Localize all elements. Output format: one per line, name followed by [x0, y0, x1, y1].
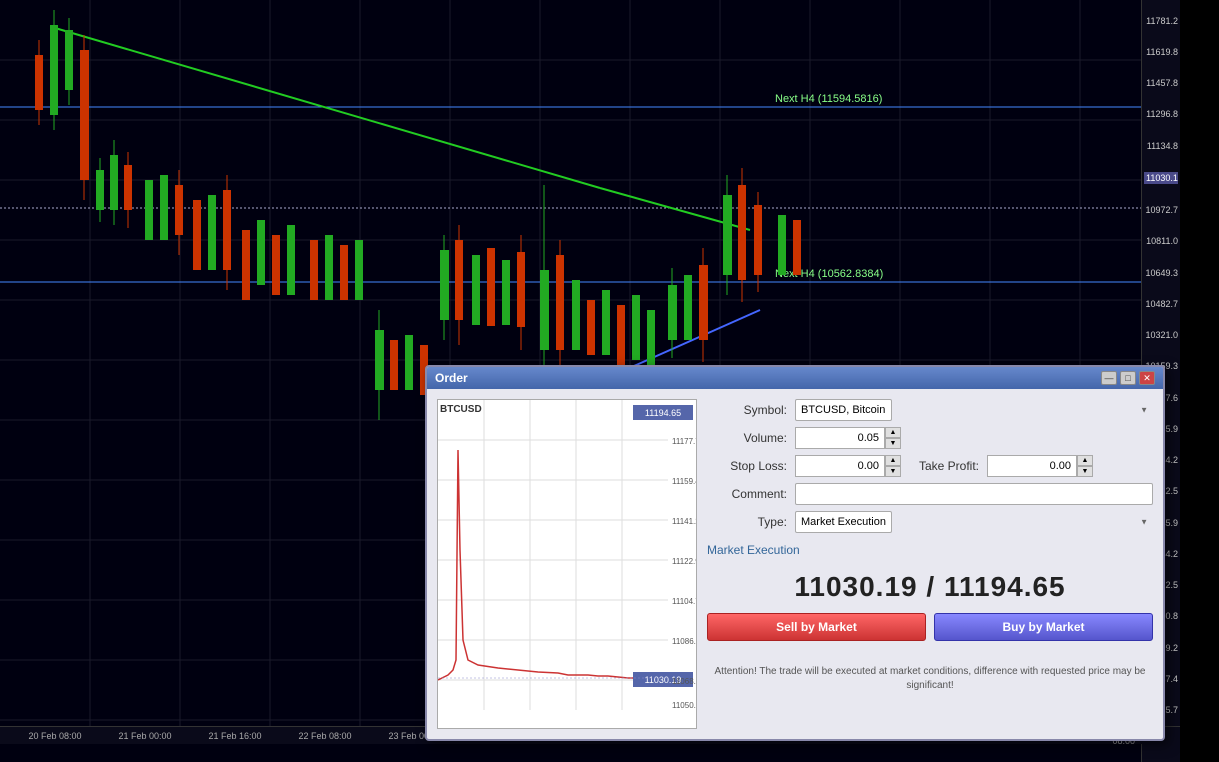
comment-row: Comment:	[707, 483, 1153, 505]
svg-text:11050.02: 11050.02	[672, 701, 697, 710]
stop-loss-label: Stop Loss:	[707, 459, 787, 473]
svg-text:11104.75: 11104.75	[672, 597, 697, 606]
volume-row: Volume: ▲ ▼	[707, 427, 1153, 449]
svg-text:11122.99: 11122.99	[672, 557, 697, 566]
price-10811: 10811.0	[1144, 236, 1178, 246]
stop-loss-down-button[interactable]: ▼	[885, 466, 901, 477]
volume-spinbox: ▲ ▼	[795, 427, 901, 449]
price-11134: 11134.8	[1144, 141, 1178, 151]
price-10649: 10649.3	[1144, 268, 1178, 278]
sl-tp-row: Stop Loss: ▲ ▼ Take Profit: ▲ ▼	[707, 455, 1153, 477]
dialog-title-buttons: — □ ✕	[1101, 371, 1155, 385]
type-row: Type: Market Execution	[707, 511, 1153, 533]
mini-chart: BTCUSD	[437, 399, 697, 729]
svg-text:BTCUSD: BTCUSD	[440, 404, 482, 415]
stop-loss-input[interactable]	[795, 455, 885, 477]
svg-text:11177.73: 11177.73	[672, 437, 697, 446]
stop-loss-up-button[interactable]: ▲	[885, 455, 901, 466]
take-profit-buttons: ▲ ▼	[1077, 455, 1093, 477]
volume-up-button[interactable]: ▲	[885, 427, 901, 438]
price-11296: 11296.8	[1144, 109, 1178, 119]
price-11619: 11619.8	[1144, 47, 1178, 57]
comment-input[interactable]	[795, 483, 1153, 505]
sell-by-market-button[interactable]: Sell by Market	[707, 613, 926, 641]
dialog-titlebar: Order — □ ✕	[427, 367, 1163, 389]
symbol-row: Symbol: BTCUSD, Bitcoin	[707, 399, 1153, 421]
time-label-2: 21 Feb 16:00	[208, 731, 261, 741]
symbol-select[interactable]: BTCUSD, Bitcoin	[795, 399, 892, 421]
order-form: Symbol: BTCUSD, Bitcoin Volume: ▲ ▼	[707, 399, 1153, 729]
close-dialog-button[interactable]: ✕	[1139, 371, 1155, 385]
price-11030-current: 11030.1	[1144, 172, 1178, 184]
market-execution-section: Market Execution 11030.19 / 11194.65 Sel…	[707, 543, 1153, 693]
volume-label: Volume:	[707, 431, 787, 445]
maximize-button[interactable]: □	[1120, 371, 1136, 385]
dialog-title: Order	[435, 371, 468, 385]
price-11457: 11457.8	[1144, 78, 1178, 88]
take-profit-up-button[interactable]: ▲	[1077, 455, 1093, 466]
type-label: Type:	[707, 515, 787, 529]
order-dialog: Order — □ ✕ BTCUSD	[425, 365, 1165, 741]
type-select[interactable]: Market Execution	[795, 511, 892, 533]
mini-chart-svg: 11194.65 11030.19 11177.73 11159.48 1114…	[438, 400, 697, 729]
svg-text:11194.65: 11194.65	[645, 408, 681, 418]
close-button-row	[707, 649, 1153, 659]
take-profit-spinbox: ▲ ▼	[987, 455, 1093, 477]
symbol-label: Symbol:	[707, 403, 787, 417]
svg-text:11141.24: 11141.24	[672, 517, 697, 526]
volume-down-button[interactable]: ▼	[885, 438, 901, 449]
stop-loss-spinbox: ▲ ▼	[795, 455, 901, 477]
svg-text:11068.26: 11068.26	[672, 677, 697, 686]
time-label-3: 22 Feb 08:00	[298, 731, 351, 741]
svg-text:11086.51: 11086.51	[672, 637, 697, 646]
stop-loss-buttons: ▲ ▼	[885, 455, 901, 477]
attention-text: Attention! The trade will be executed at…	[707, 665, 1153, 693]
take-profit-down-button[interactable]: ▼	[1077, 466, 1093, 477]
price-display: 11030.19 / 11194.65	[707, 561, 1153, 613]
volume-spinbox-buttons: ▲ ▼	[885, 427, 901, 449]
price-10321: 10321.0	[1144, 330, 1178, 340]
price-11781: 11781.2	[1144, 16, 1178, 26]
comment-label: Comment:	[707, 487, 787, 501]
time-label-1: 21 Feb 00:00	[118, 731, 171, 741]
svg-text:Next H4 (10562.8384): Next H4 (10562.8384)	[775, 268, 883, 280]
market-execution-label: Market Execution	[707, 543, 1153, 557]
svg-text:Next H4 (11594.5816): Next H4 (11594.5816)	[775, 93, 882, 105]
minimize-button[interactable]: —	[1101, 371, 1117, 385]
svg-text:11159.48: 11159.48	[672, 477, 697, 486]
take-profit-input[interactable]	[987, 455, 1077, 477]
dialog-body: BTCUSD	[427, 389, 1163, 739]
take-profit-label: Take Profit:	[909, 459, 979, 473]
time-label-0: 20 Feb 08:00	[28, 731, 81, 741]
volume-input[interactable]	[795, 427, 885, 449]
price-10482: 10482.7	[1144, 299, 1178, 309]
buy-by-market-button[interactable]: Buy by Market	[934, 613, 1153, 641]
buy-sell-buttons: Sell by Market Buy by Market	[707, 613, 1153, 641]
price-10972: 10972.7	[1144, 205, 1178, 215]
